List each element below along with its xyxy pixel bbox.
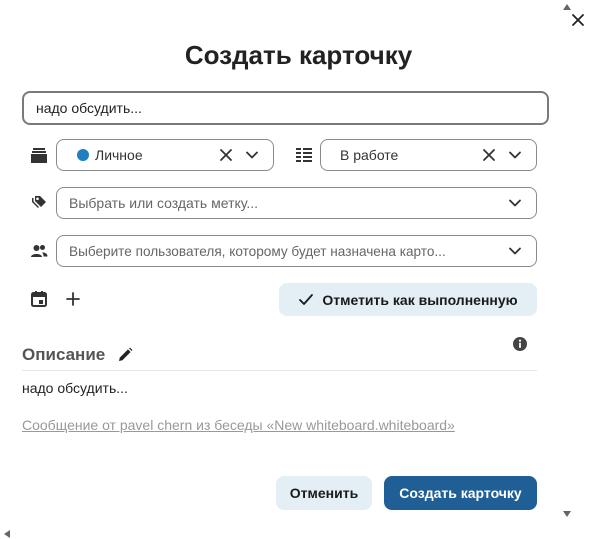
clear-board-button[interactable] [215, 144, 237, 166]
users-icon [28, 240, 50, 262]
description-text: надо обсудить... [22, 380, 128, 396]
pencil-icon [119, 347, 133, 361]
info-icon [513, 337, 527, 351]
stack-icon [28, 144, 50, 166]
info-button[interactable] [512, 336, 528, 357]
source-message-link[interactable]: Сообщение от pavel chern из беседы «New … [22, 417, 455, 433]
chevron-down-icon[interactable] [504, 192, 526, 214]
check-icon [299, 293, 314, 305]
stack-select-value: В работе [340, 147, 399, 163]
chevron-down-icon[interactable] [504, 144, 526, 166]
card-title-input[interactable] [22, 91, 549, 125]
description-heading-text: Описание [22, 345, 106, 364]
assignee-select-placeholder: Выберите пользователя, которому будет на… [69, 243, 446, 259]
edit-description-button[interactable] [117, 347, 133, 363]
create-card-button[interactable]: Создать карточку [384, 476, 537, 510]
calendar-icon [31, 291, 47, 307]
board-color-dot [77, 149, 89, 161]
list-columns-icon [293, 144, 315, 166]
clear-stack-button[interactable] [478, 144, 500, 166]
chevron-down-icon[interactable] [504, 240, 526, 262]
scroll-up-arrow[interactable] [563, 4, 571, 10]
cancel-button[interactable]: Отменить [276, 476, 372, 510]
assignee-select[interactable]: Выберите пользователя, которому будет на… [56, 235, 537, 267]
scroll-down-arrow[interactable] [563, 511, 571, 517]
labels-select[interactable]: Выбрать или создать метку... [56, 187, 537, 219]
labels-select-placeholder: Выбрать или создать метку... [69, 195, 259, 211]
add-button[interactable] [62, 288, 84, 310]
stack-select[interactable]: В работе [320, 139, 537, 171]
scroll-left-arrow[interactable] [4, 530, 10, 538]
create-card-dialog: Создать карточку Личное [0, 0, 597, 539]
close-button[interactable] [566, 8, 590, 32]
tag-icon [28, 192, 50, 214]
close-icon [572, 14, 584, 26]
description-divider [22, 370, 537, 371]
due-date-button[interactable] [28, 288, 50, 310]
board-select-value: Личное [95, 147, 143, 163]
clear-icon [483, 149, 495, 161]
chevron-down-icon[interactable] [241, 144, 263, 166]
board-select[interactable]: Личное [56, 139, 274, 171]
description-heading: Описание [22, 345, 133, 365]
plus-icon [66, 292, 80, 306]
clear-icon [220, 149, 232, 161]
mark-complete-button[interactable]: Отметить как выполненную [279, 283, 537, 316]
dialog-title: Создать карточку [184, 40, 413, 70]
mark-complete-label: Отметить как выполненную [322, 291, 518, 308]
